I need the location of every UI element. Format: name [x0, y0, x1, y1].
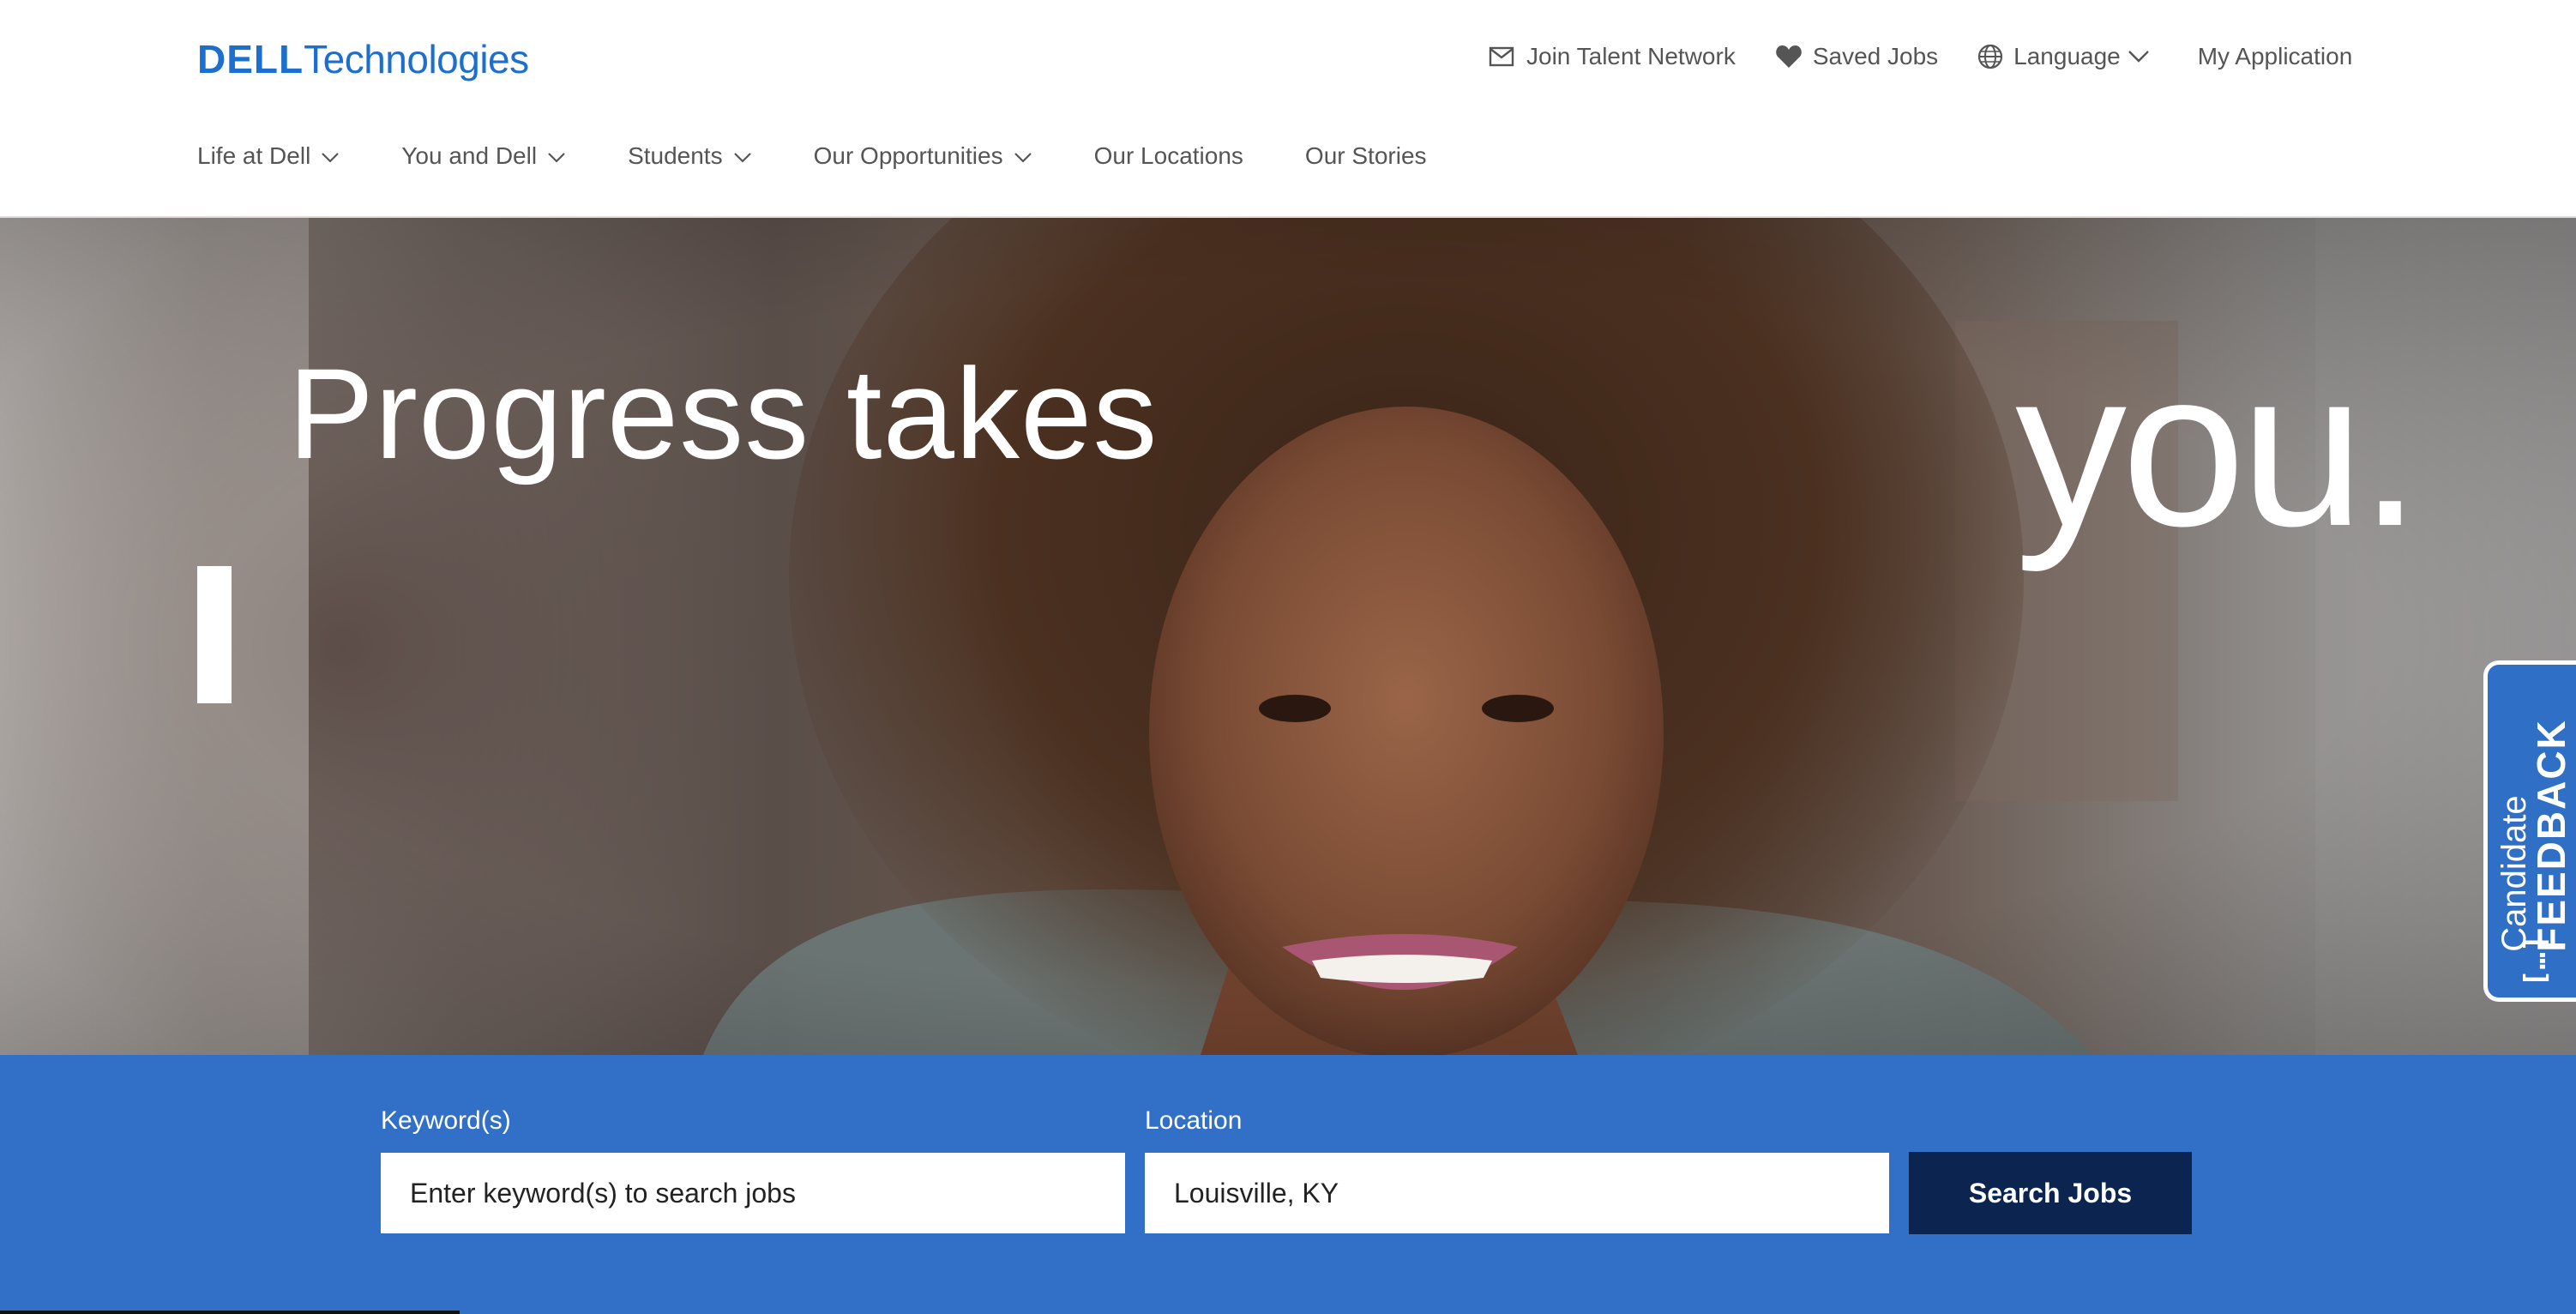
nav-label: Our Stories [1304, 142, 1427, 169]
nav-you-and-dell[interactable]: You and Dell [401, 142, 566, 170]
saved-jobs-label: Saved Jobs [1812, 43, 1939, 69]
keyword-label: Keyword(s) [381, 1106, 511, 1135]
dell-technologies-logo[interactable]: DELL Technologies [197, 36, 529, 82]
location-label: Location [1145, 1106, 1243, 1135]
chevron-down-icon [733, 142, 752, 170]
nav-our-locations[interactable]: Our Locations [1094, 142, 1243, 170]
candidate-feedback-tab[interactable]: Candidate FEEDBACK […] [2483, 660, 2576, 1002]
chevron-down-icon [1014, 142, 1032, 170]
hero-accent-bar [197, 566, 232, 703]
my-application-link[interactable]: My Application [2198, 43, 2353, 70]
language-label: Language [2013, 43, 2121, 69]
nav-life-at-dell[interactable]: Life at Dell [197, 142, 340, 170]
hero-headline-right: you. [2015, 324, 2421, 573]
main-nav: Life at Dell You and Dell Students Our O… [197, 142, 1427, 170]
page-divider [0, 1311, 460, 1314]
my-application-label: My Application [2197, 43, 2353, 69]
globe-icon [1977, 44, 2003, 69]
nav-our-opportunities[interactable]: Our Opportunities [814, 142, 1032, 170]
join-talent-network-link[interactable]: Join Talent Network [1489, 43, 1736, 70]
chevron-down-icon [321, 142, 340, 170]
nav-students[interactable]: Students [628, 142, 752, 170]
envelope-icon [1489, 46, 1514, 67]
hero-headline-left: Progress takes [288, 341, 1159, 485]
heart-icon [1775, 45, 1803, 69]
chevron-down-icon [2128, 50, 2150, 63]
nav-label: You and Dell [401, 142, 538, 169]
keyword-input[interactable] [381, 1153, 1125, 1233]
feedback-line1: Candidate [2495, 795, 2533, 952]
location-input[interactable] [1145, 1153, 1889, 1233]
site-header: DELL Technologies Join Talent Network Sa… [0, 0, 2576, 218]
language-selector[interactable]: Language [1977, 43, 2150, 70]
logo-dell: DELL [197, 37, 304, 81]
ellipsis-bracket-icon: […] [2519, 934, 2553, 987]
nav-our-stories[interactable]: Our Stories [1305, 142, 1427, 170]
nav-label: Life at Dell [197, 142, 311, 169]
search-jobs-button[interactable]: Search Jobs [1909, 1152, 2192, 1234]
join-talent-network-label: Join Talent Network [1526, 43, 1736, 69]
saved-jobs-link[interactable]: Saved Jobs [1775, 43, 1938, 70]
feedback-text: Candidate FEEDBACK [2495, 719, 2573, 952]
nav-label: Students [628, 142, 723, 169]
nav-label: Our Opportunities [813, 142, 1003, 169]
logo-technologies: Technologies [304, 37, 529, 81]
feedback-line2: FEEDBACK [2529, 719, 2573, 952]
utility-nav: Join Talent Network Saved Jobs Language … [1489, 43, 2352, 70]
nav-label: Our Locations [1093, 142, 1243, 169]
chevron-down-icon [547, 142, 566, 170]
